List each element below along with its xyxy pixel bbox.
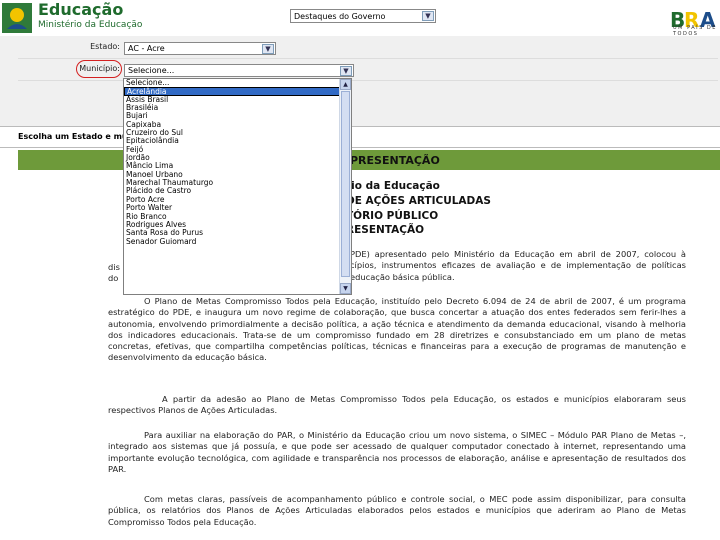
paragraph-metas-claras: Com metas claras, passíveis de acompanha… — [108, 494, 686, 527]
dropdown-option[interactable]: Assis Brasil — [124, 95, 351, 104]
left-fragment-2: do — [108, 273, 119, 284]
doc-heading-4: RESENTAÇÃO — [346, 224, 425, 236]
paragraph-adesao: A partir da adesão ao Plano de Metas Com… — [108, 394, 686, 416]
section-title: PRESENTAÇÃO — [350, 154, 440, 167]
gov-select-value: Destaques do Governo — [294, 12, 386, 21]
chevron-down-icon: ▼ — [262, 44, 274, 54]
scroll-thumb[interactable] — [341, 91, 350, 277]
estado-select-value: AC - Acre — [128, 44, 165, 53]
paragraph-intro: PDE) apresentado pelo Ministério da Educ… — [350, 249, 686, 282]
dropdown-option[interactable]: Epitaciolândia — [124, 137, 351, 146]
estado-label: Estado: — [90, 42, 120, 51]
doc-heading-2: DE AÇÕES ARTICULADAS — [346, 195, 491, 207]
municipio-select-value: Selecione... — [128, 66, 175, 75]
dropdown-options: Selecione... Acrelândia Assis Brasil Brasil… — [124, 79, 351, 246]
education-logo-icon — [2, 3, 32, 33]
chevron-down-icon: ▼ — [422, 11, 434, 21]
gov-highlights-select[interactable]: Destaques do Governo ▼ — [290, 9, 436, 23]
doc-heading-3: TÓRIO PÚBLICO — [346, 210, 439, 222]
dropdown-option[interactable]: Senador Guiomard — [124, 237, 351, 246]
dropdown-option[interactable]: Brasiléia — [124, 103, 351, 112]
chevron-down-icon: ▼ — [340, 66, 352, 76]
left-fragment-1: dis — [108, 262, 120, 272]
municipio-dropdown-list[interactable]: Selecione... Acrelândia Assis Brasil Brasil… — [123, 78, 352, 295]
paragraph-simec: Para auxiliar na elaboração do PAR, o Mi… — [108, 430, 686, 474]
choose-bar: Escolha um Estado e mu — [0, 126, 720, 148]
filter-form: Estado: Município: AC - Acre ▼ Selecione… — [0, 36, 720, 126]
highlight-circle — [76, 60, 122, 78]
dropdown-scrollbar[interactable]: ▲ ▼ — [339, 79, 351, 294]
dropdown-option[interactable]: Feijó — [124, 145, 351, 154]
paragraph-intro-left: dis do — [108, 262, 120, 285]
site-title: Educação — [38, 0, 124, 19]
paragraph-plano-metas: O Plano de Metas Compromisso Todos pela … — [108, 296, 686, 363]
choose-instruction: Escolha um Estado e mu — [18, 132, 128, 141]
site-header: Educação Ministério da Educação Destaque… — [0, 0, 720, 37]
dropdown-option[interactable]: Selecione... — [124, 79, 351, 87]
doc-heading-1: rio da Educação — [346, 180, 440, 192]
municipio-select[interactable]: Selecione... ▼ — [124, 64, 354, 77]
estado-row: Estado: — [18, 36, 718, 59]
site-subtitle: Ministério da Educação — [38, 20, 143, 30]
scroll-up-icon[interactable]: ▲ — [340, 79, 351, 90]
estado-select[interactable]: AC - Acre ▼ — [124, 42, 276, 55]
scroll-down-icon[interactable]: ▼ — [340, 283, 351, 294]
